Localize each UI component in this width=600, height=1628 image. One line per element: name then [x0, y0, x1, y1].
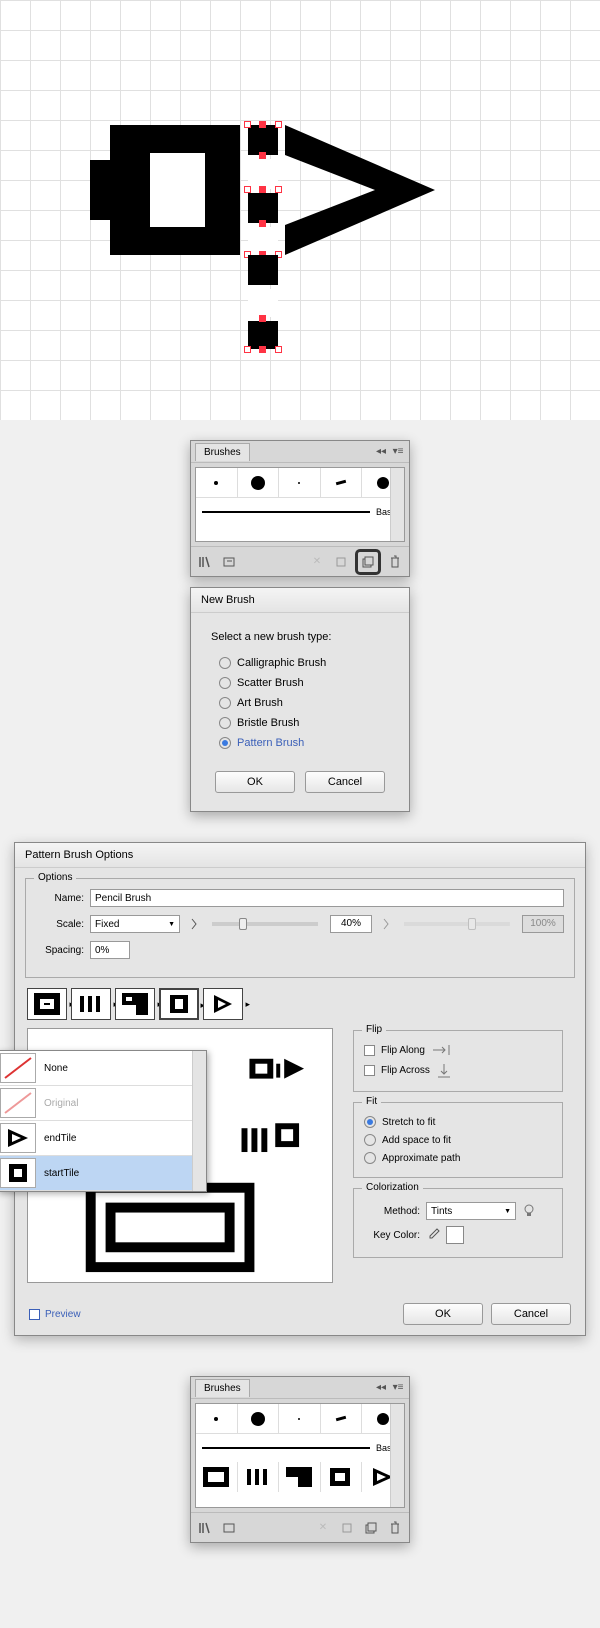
collapse-icon[interactable]: ◂◂: [374, 445, 388, 459]
menu-scrollbar[interactable]: [192, 1051, 206, 1191]
brush-list[interactable]: Basic: [195, 467, 405, 542]
tile-inner-corner[interactable]: [115, 988, 155, 1020]
scale-link-icon: [186, 917, 200, 931]
brushes-panel: Brushes ◂◂ ▾≡ Basic: [190, 440, 410, 577]
pbo-ok-button[interactable]: OK: [403, 1303, 483, 1325]
menu-icon[interactable]: ▾≡: [391, 445, 405, 459]
tile-dropdown-menu: None Original endTile startTile: [0, 1050, 207, 1192]
eyedropper-icon[interactable]: [426, 1227, 440, 1244]
fit-stretch[interactable]: Stretch to fit: [364, 1113, 552, 1131]
name-input[interactable]: [90, 889, 564, 907]
radio-pattern[interactable]: Pattern Brush: [211, 733, 389, 753]
fit-addspace[interactable]: Add space to fit: [364, 1131, 552, 1149]
scale-value[interactable]: 40%: [330, 915, 372, 933]
flip-across-checkbox[interactable]: [364, 1065, 375, 1076]
pbo-cancel-button[interactable]: Cancel: [491, 1303, 571, 1325]
new-brush-dialog: New Brush Select a new brush type: Calli…: [190, 587, 410, 812]
flip-across-icon: [436, 1062, 452, 1078]
brushes-tab-2[interactable]: Brushes: [195, 1379, 250, 1397]
pencil-tip-shape: [285, 125, 455, 325]
trash-icon[interactable]: [385, 552, 405, 572]
menu-endtile[interactable]: endTile: [0, 1121, 206, 1156]
library-icon[interactable]: [195, 552, 215, 572]
tile-end[interactable]: [203, 988, 243, 1020]
fit-legend: Fit: [362, 1096, 381, 1107]
remove-stroke-icon-2[interactable]: ✕: [313, 1518, 333, 1538]
tile-side[interactable]: [71, 988, 111, 1020]
scrollbar[interactable]: [390, 468, 404, 541]
dialog-prompt: Select a new brush type:: [211, 631, 389, 643]
spacing-label: Spacing:: [36, 945, 84, 956]
libraries-menu-icon-2[interactable]: [219, 1518, 239, 1538]
pattern-brush-options-dialog: Pattern Brush Options Options Name: Scal…: [14, 842, 586, 1336]
menu-icon-2[interactable]: ▾≡: [391, 1381, 405, 1395]
preview-checkbox[interactable]: Preview: [29, 1309, 81, 1320]
scale-link-icon-2: [378, 917, 392, 931]
flip-along-checkbox[interactable]: [364, 1045, 375, 1056]
options-icon[interactable]: [331, 552, 351, 572]
tile-start[interactable]: [159, 988, 199, 1020]
libraries-menu-icon[interactable]: [219, 552, 239, 572]
scrollbar-2[interactable]: [390, 1404, 404, 1507]
brushes-panel-result: Brushes ◂◂ ▾≡ Basic: [190, 1376, 410, 1543]
name-label: Name:: [36, 893, 84, 904]
menu-original: Original: [0, 1086, 206, 1121]
radio-bristle[interactable]: Bristle Brush: [211, 713, 389, 733]
brushes-tab[interactable]: Brushes: [195, 443, 250, 461]
radio-art[interactable]: Art Brush: [211, 693, 389, 713]
canvas-artboard[interactable]: [0, 0, 600, 420]
library-icon-2[interactable]: [195, 1518, 215, 1538]
ok-button[interactable]: OK: [215, 771, 295, 793]
menu-none[interactable]: None: [0, 1051, 206, 1086]
scale-max: 100%: [522, 915, 564, 933]
pbo-title: Pattern Brush Options: [15, 843, 585, 868]
radio-scatter[interactable]: Scatter Brush: [211, 673, 389, 693]
options-legend: Options: [34, 872, 76, 883]
scale-slider-2: [404, 922, 510, 926]
flip-along-icon: [431, 1044, 451, 1056]
pencil-back-shape: [110, 125, 240, 255]
spacing-input[interactable]: [90, 941, 130, 959]
scale-label: Scale:: [36, 919, 84, 930]
brush-list-2[interactable]: Basic: [195, 1403, 405, 1508]
method-label: Method:: [364, 1206, 420, 1217]
scale-mode-dropdown[interactable]: Fixed: [90, 915, 180, 933]
collapse-icon-2[interactable]: ◂◂: [374, 1381, 388, 1395]
pencil-pattern-brush[interactable]: [196, 1462, 404, 1492]
dialog-title: New Brush: [191, 588, 409, 613]
cancel-button[interactable]: Cancel: [305, 771, 385, 793]
flip-legend: Flip: [362, 1024, 386, 1035]
menu-starttile[interactable]: startTile: [0, 1156, 206, 1191]
remove-stroke-icon[interactable]: ✕: [307, 552, 327, 572]
keycolor-swatch[interactable]: [446, 1226, 464, 1244]
fit-approx[interactable]: Approximate path: [364, 1149, 552, 1167]
tile-outer-corner[interactable]: [27, 988, 67, 1020]
options-icon-2[interactable]: [337, 1518, 357, 1538]
radio-calligraphic[interactable]: Calligraphic Brush: [211, 653, 389, 673]
new-brush-button[interactable]: [355, 549, 381, 575]
keycolor-label: Key Color:: [364, 1230, 420, 1241]
tips-icon[interactable]: [522, 1203, 536, 1220]
new-brush-icon-2[interactable]: [361, 1518, 381, 1538]
scale-slider[interactable]: [212, 922, 318, 926]
trash-icon-2[interactable]: [385, 1518, 405, 1538]
method-dropdown[interactable]: Tints: [426, 1202, 516, 1220]
color-legend: Colorization: [362, 1182, 423, 1193]
